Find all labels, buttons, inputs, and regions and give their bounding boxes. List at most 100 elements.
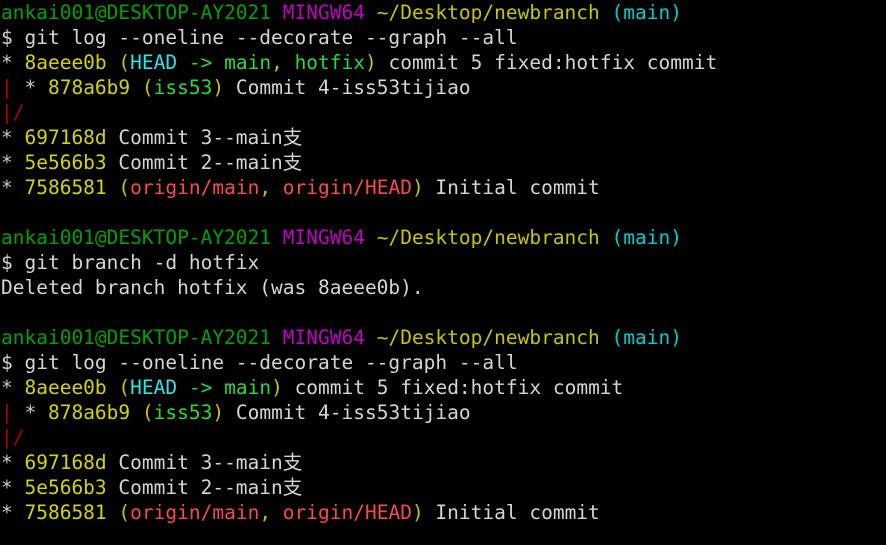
terminal-line-prompt-3: ankai001@DESKTOP-AY2021 MINGW64 ~/Deskto…: [0, 325, 886, 350]
terminal-line-prompt-2: ankai001@DESKTOP-AY2021 MINGW64 ~/Deskto…: [0, 225, 886, 250]
ref-origin-main: origin/main: [130, 176, 260, 199]
graph-node: *: [1, 126, 25, 149]
ref-origin-head: origin/HEAD: [282, 501, 412, 524]
ref-arrow: ->: [177, 376, 225, 399]
prompt-user-host: ankai001@DESKTOP-AY2021: [1, 226, 272, 249]
terminal-line-command-2: $ git branch -d hotfix: [0, 250, 886, 275]
commit-hash: 7586581: [24, 501, 107, 524]
prompt-git-branch: (main): [611, 226, 682, 249]
commit-message: Commit 2--main支: [106, 476, 303, 499]
commit-hash: 5e566b3: [24, 151, 107, 174]
ref-separator: ,: [271, 51, 295, 74]
ref-iss53: iss53: [153, 76, 213, 99]
terminal-line-log2-line-4: * 697168d Commit 3--main支: [0, 450, 886, 475]
terminal-line-output-2: Deleted branch hotfix (was 8aeee0b).: [0, 275, 886, 300]
commit-message: Commit 3--main支: [106, 451, 303, 474]
commit-message: Commit 4-iss53tijiao: [224, 401, 471, 424]
terminal-line-log1-line-4: * 697168d Commit 3--main支: [0, 125, 886, 150]
terminal-line-prompt-1: ankai001@DESKTOP-AY2021 MINGW64 ~/Deskto…: [0, 0, 886, 25]
paren-close: ): [411, 501, 424, 524]
commit-hash: 7586581: [24, 176, 107, 199]
graph-merge: |/: [1, 426, 25, 449]
terminal-line-log1-line-3: |/: [0, 100, 886, 125]
command-text: $ git branch -d hotfix: [1, 251, 260, 274]
commit-hash: 5e566b3: [24, 476, 107, 499]
prompt-git-branch: (main): [611, 1, 682, 24]
terminal-line-log1-line-1: * 8aeee0b (HEAD -> main, hotfix) commit …: [0, 50, 886, 75]
terminal-line-log2-line-3: |/: [0, 425, 886, 450]
command-output: Deleted branch hotfix (was 8aeee0b).: [1, 276, 424, 299]
graph-edge: |: [1, 76, 25, 99]
commit-message: commit 5 fixed:hotfix commit: [282, 376, 624, 399]
commit-hash: 8aeee0b: [24, 51, 107, 74]
terminal-line-log2-line-2: | * 878a6b9 (iss53) Commit 4-iss53tijiao: [0, 400, 886, 425]
terminal-line-log2-line-1: * 8aeee0b (HEAD -> main) commit 5 fixed:…: [0, 375, 886, 400]
graph-node: *: [1, 376, 25, 399]
prompt-shell: MINGW64: [282, 226, 365, 249]
terminal-line-log2-line-5: * 5e566b3 Commit 2--main支: [0, 475, 886, 500]
prompt-shell: MINGW64: [282, 326, 365, 349]
terminal-line-blank-1: [0, 200, 886, 225]
commit-message: Commit 4-iss53tijiao: [224, 76, 471, 99]
graph-node: *: [24, 401, 48, 424]
commit-hash: 878a6b9: [47, 401, 131, 424]
paren-open: (: [141, 401, 154, 424]
paren-close: ): [212, 76, 225, 99]
prompt-git-branch: (main): [611, 326, 682, 349]
prompt-path: ~/Desktop/newbranch: [376, 1, 600, 24]
paren-open: (: [118, 376, 131, 399]
prompt-path: ~/Desktop/newbranch: [376, 226, 600, 249]
paren-close: ): [212, 401, 225, 424]
terminal-window[interactable]: ankai001@DESKTOP-AY2021 MINGW64 ~/Deskto…: [0, 0, 886, 545]
commit-message: Initial commit: [423, 176, 600, 199]
graph-node: *: [1, 451, 25, 474]
terminal-line-blank-2: [0, 300, 886, 325]
paren-open: (: [141, 76, 154, 99]
ref-iss53: iss53: [153, 401, 213, 424]
graph-edge: |: [1, 401, 25, 424]
ref-main: main: [224, 51, 272, 74]
prompt-path: ~/Desktop/newbranch: [376, 326, 600, 349]
terminal-line-command-3: $ git log --oneline --decorate --graph -…: [0, 350, 886, 375]
commit-message: Initial commit: [423, 501, 600, 524]
ref-head: HEAD: [130, 51, 178, 74]
ref-separator: ,: [259, 501, 283, 524]
graph-node: *: [1, 51, 25, 74]
command-text: $ git log --oneline --decorate --graph -…: [1, 351, 518, 374]
graph-node: *: [1, 476, 25, 499]
paren-open: (: [118, 501, 131, 524]
commit-hash: 878a6b9: [47, 76, 131, 99]
command-text: $ git log --oneline --decorate --graph -…: [1, 26, 518, 49]
ref-hotfix: hotfix: [294, 51, 366, 74]
graph-node: *: [24, 76, 48, 99]
graph-node: *: [1, 151, 25, 174]
ref-main: main: [224, 376, 272, 399]
ref-separator: ,: [259, 176, 283, 199]
ref-arrow: ->: [177, 51, 225, 74]
ref-head: HEAD: [130, 376, 178, 399]
terminal-line-command-1: $ git log --oneline --decorate --graph -…: [0, 25, 886, 50]
graph-node: *: [1, 501, 25, 524]
graph-node: *: [1, 176, 25, 199]
prompt-shell: MINGW64: [282, 1, 365, 24]
terminal-line-log1-line-6: * 7586581 (origin/main, origin/HEAD) Ini…: [0, 175, 886, 200]
ref-origin-main: origin/main: [130, 501, 260, 524]
commit-message: commit 5 fixed:hotfix commit: [376, 51, 718, 74]
terminal-line-log1-line-2: | * 878a6b9 (iss53) Commit 4-iss53tijiao: [0, 75, 886, 100]
ref-origin-head: origin/HEAD: [282, 176, 412, 199]
commit-message: Commit 3--main支: [106, 126, 303, 149]
commit-hash: 8aeee0b: [24, 376, 107, 399]
